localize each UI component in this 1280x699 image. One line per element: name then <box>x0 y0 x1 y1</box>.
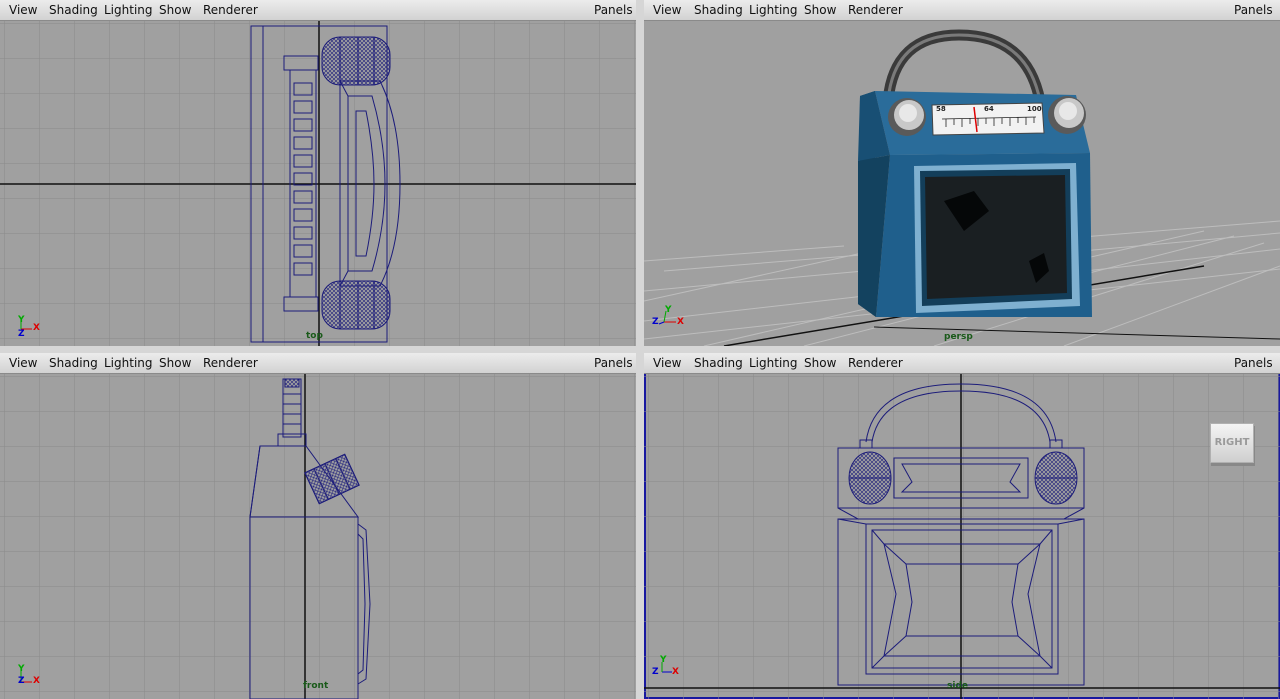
camera-label: side <box>947 681 968 691</box>
axis-x-label: X <box>33 676 40 686</box>
axis-indicator: Y X Z <box>652 305 692 345</box>
top-view-wireframe <box>0 21 636 346</box>
menu-panels[interactable]: Panels <box>1234 3 1273 18</box>
menu-view[interactable]: View <box>653 356 681 371</box>
viewport-top[interactable]: View Shading Lighting Show Renderer Pane… <box>0 0 636 346</box>
viewport-canvas[interactable]: top Y X Z <box>0 21 636 346</box>
menu-show[interactable]: Show <box>804 356 836 371</box>
axis-x-label: X <box>672 667 679 677</box>
axis-z-label: Z <box>18 676 25 686</box>
menu-shading[interactable]: Shading <box>49 3 98 18</box>
menu-shading[interactable]: Shading <box>694 356 743 371</box>
axis-indicator: Y Z X <box>652 655 692 695</box>
side-view-wireframe <box>644 374 1280 699</box>
menu-renderer[interactable]: Renderer <box>203 356 258 371</box>
menu-view[interactable]: View <box>653 3 681 18</box>
axis-y-label: Y <box>18 315 25 325</box>
camera-label: front <box>303 681 329 691</box>
menu-lighting[interactable]: Lighting <box>749 3 798 18</box>
dial-label-mid: 64 <box>984 105 994 113</box>
axis-indicator: Y X Z <box>12 315 52 346</box>
axis-y-label: Y <box>660 655 667 665</box>
menu-shading[interactable]: Shading <box>694 3 743 18</box>
menu-panels[interactable]: Panels <box>594 356 633 371</box>
axis-y-label: Y <box>665 305 672 315</box>
viewport-menubar: View Shading Lighting Show Renderer Pane… <box>644 0 1280 21</box>
dial-label-right: 100 <box>1027 105 1042 113</box>
camera-label: top <box>306 331 323 341</box>
axis-z-label: Z <box>18 329 25 339</box>
viewport-canvas[interactable]: 58 64 100 persp Y X Z <box>644 21 1280 346</box>
camera-label: persp <box>944 332 973 342</box>
viewport-menubar: View Shading Lighting Show Renderer Pane… <box>644 353 1280 374</box>
menu-view[interactable]: View <box>9 356 37 371</box>
dial-label-left: 58 <box>936 105 946 113</box>
front-view-wireframe <box>0 374 636 699</box>
axis-z-label: Z <box>652 667 659 677</box>
menu-renderer[interactable]: Renderer <box>203 3 258 18</box>
menu-panels[interactable]: Panels <box>594 3 633 18</box>
axis-x-label: X <box>677 317 684 327</box>
viewport-menubar: View Shading Lighting Show Renderer Pane… <box>0 0 636 21</box>
menu-renderer[interactable]: Renderer <box>848 356 903 371</box>
axis-x-label: X <box>33 323 40 333</box>
viewport-canvas[interactable]: RIGHT side Y Z X <box>644 374 1280 699</box>
menu-show[interactable]: Show <box>159 356 191 371</box>
menu-shading[interactable]: Shading <box>49 356 98 371</box>
axis-z-label: Z <box>652 317 659 327</box>
viewport-persp[interactable]: View Shading Lighting Show Renderer Pane… <box>644 0 1280 346</box>
axis-y-label: Y <box>18 664 25 674</box>
menu-show[interactable]: Show <box>159 3 191 18</box>
viewport-canvas[interactable]: front Y Z X <box>0 374 636 699</box>
menu-lighting[interactable]: Lighting <box>104 356 153 371</box>
axis-indicator: Y Z X <box>12 664 52 699</box>
viewport-menubar: View Shading Lighting Show Renderer Pane… <box>0 353 636 374</box>
menu-panels[interactable]: Panels <box>1234 356 1273 371</box>
viewport-side[interactable]: View Shading Lighting Show Renderer Pane… <box>644 353 1280 699</box>
menu-view[interactable]: View <box>9 3 37 18</box>
menu-lighting[interactable]: Lighting <box>749 356 798 371</box>
menu-show[interactable]: Show <box>804 3 836 18</box>
viewcube-right[interactable]: RIGHT <box>1210 423 1254 463</box>
viewport-front[interactable]: View Shading Lighting Show Renderer Pane… <box>0 353 636 699</box>
menu-lighting[interactable]: Lighting <box>104 3 153 18</box>
menu-renderer[interactable]: Renderer <box>848 3 903 18</box>
persp-view-shaded <box>644 21 1280 346</box>
